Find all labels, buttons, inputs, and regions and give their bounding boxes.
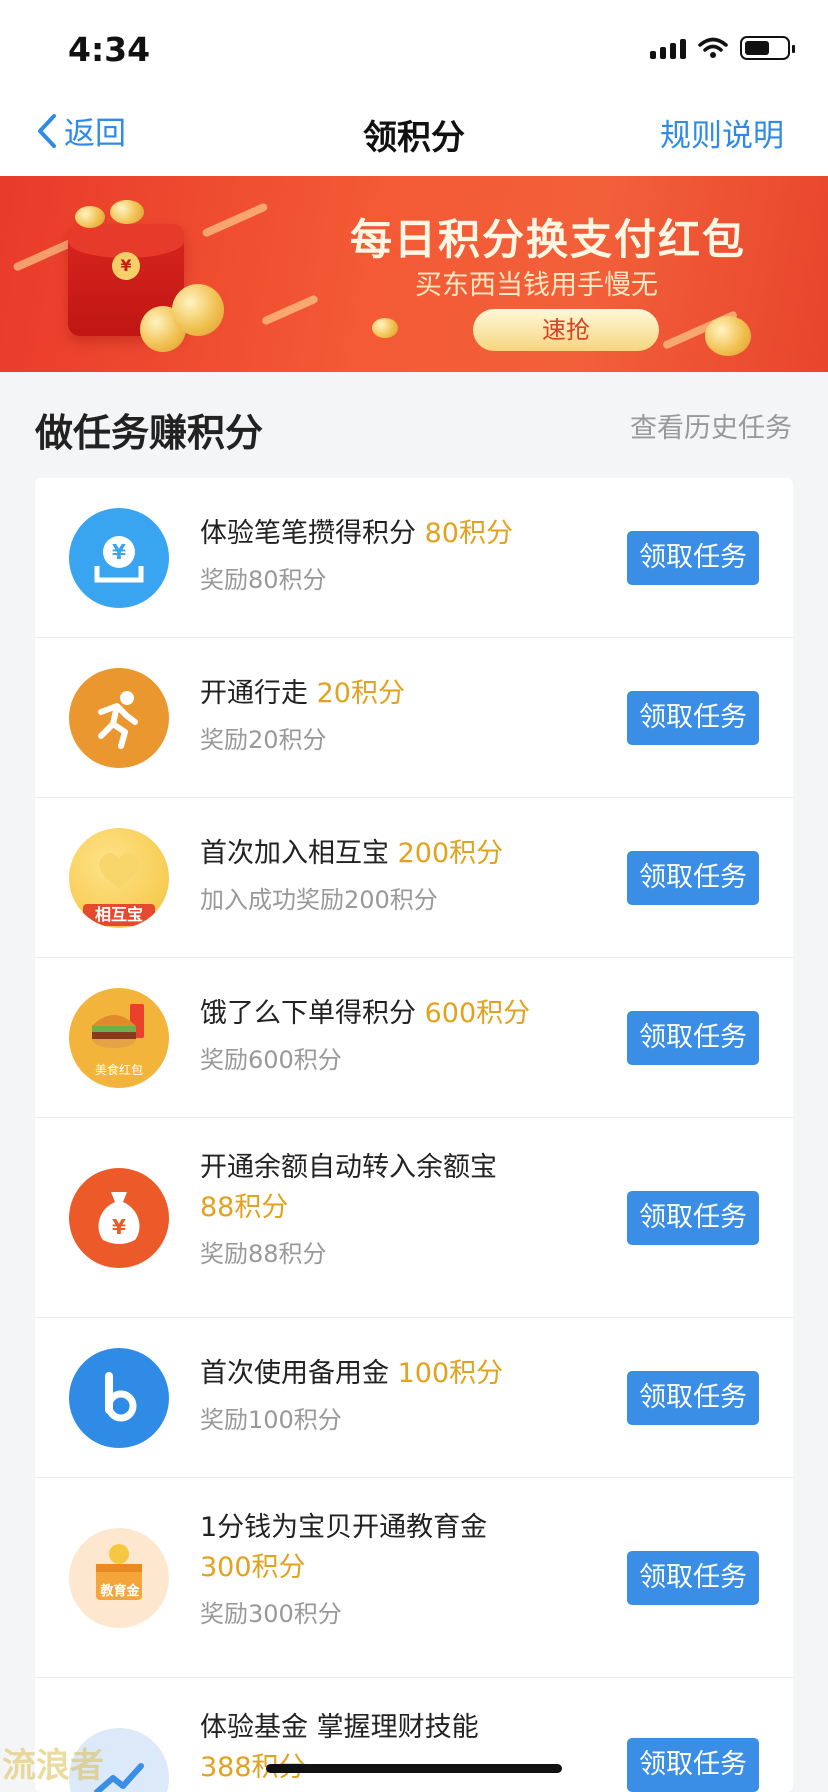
task-title: 首次使用备用金 (200, 1358, 389, 1389)
coin-icon (172, 284, 224, 336)
icon-label: 美食红包 (94, 1063, 143, 1077)
task-title: 体验笔笔攒得积分 (200, 518, 416, 549)
list-item: 首次使用备用金 100积分 奖励100积分 领取任务 (35, 1318, 793, 1478)
task-points: 600积分 (424, 998, 531, 1029)
task-description: 奖励600积分 (200, 1046, 342, 1074)
list-item: 相互宝 首次加入相互宝 200积分 加入成功奖励200积分 领取任务 (35, 798, 793, 958)
task-title: 开通行走 (200, 678, 308, 709)
list-item: ¥ 体验笔笔攒得积分 80积分 奖励80积分 领取任务 (35, 478, 793, 638)
task-title: 开通余额自动转入余额宝 (200, 1152, 497, 1183)
status-time: 4:34 (68, 30, 151, 69)
task-points: 200积分 (397, 838, 504, 869)
claim-task-button[interactable]: 领取任务 (627, 1738, 759, 1792)
money-bag-icon: ¥ (69, 1168, 169, 1268)
wifi-icon (698, 37, 728, 58)
nav-bar: 返回 领积分 规则说明 (0, 90, 828, 176)
claim-task-button[interactable]: 领取任务 (627, 531, 759, 585)
banner-subtitle: 买东西当钱用手慢无 (415, 270, 658, 301)
xianghubao-icon: 相互宝 (69, 828, 169, 928)
status-icons (650, 36, 795, 60)
task-section-header: 做任务赚积分 查看历史任务 (0, 372, 828, 476)
svg-text:¥: ¥ (112, 1215, 126, 1239)
claim-task-button[interactable]: 领取任务 (627, 1191, 759, 1245)
view-history-link[interactable]: 查看历史任务 (630, 406, 792, 445)
task-list: ¥ 体验笔笔攒得积分 80积分 奖励80积分 领取任务 开通行走 20积分 奖励… (35, 478, 793, 1792)
list-item: 开通行走 20积分 奖励20积分 领取任务 (35, 638, 793, 798)
task-points: 20积分 (316, 678, 405, 709)
task-points: 88积分 (200, 1192, 289, 1223)
task-description: 奖励20积分 (200, 726, 327, 754)
task-description: 奖励300积分 (200, 1600, 342, 1628)
list-item: 体验基金 掌握理财技能 388积分 领取任务 (35, 1678, 793, 1792)
task-title: 首次加入相互宝 (200, 838, 389, 869)
section-title: 做任务赚积分 (35, 411, 264, 455)
list-item: ¥ 开通余额自动转入余额宝 88积分 奖励88积分 领取任务 (35, 1118, 793, 1318)
battery-icon (740, 36, 795, 60)
icon-label: 相互宝 (83, 904, 155, 926)
beiyongjin-icon (69, 1348, 169, 1448)
rules-link[interactable]: 规则说明 (660, 110, 784, 155)
savings-icon: ¥ (69, 508, 169, 608)
education-fund-icon: 教育金 (69, 1528, 169, 1628)
running-icon (69, 668, 169, 768)
home-indicator[interactable] (266, 1764, 562, 1773)
claim-task-button[interactable]: 领取任务 (627, 851, 759, 905)
task-description: 加入成功奖励200积分 (200, 886, 438, 914)
status-bar: 4:34 (0, 0, 828, 90)
food-redpacket-icon: 美食红包 (69, 988, 169, 1088)
task-title: 体验基金 掌握理财技能 (200, 1712, 479, 1743)
task-points: 100积分 (397, 1358, 504, 1389)
cellular-signal-icon (650, 37, 686, 59)
grab-button[interactable]: 速抢 (473, 309, 659, 351)
claim-task-button[interactable]: 领取任务 (627, 1011, 759, 1065)
svg-text:¥: ¥ (112, 540, 126, 564)
task-title: 1分钱为宝贝开通教育金 (200, 1512, 488, 1543)
claim-task-button[interactable]: 领取任务 (627, 1371, 759, 1425)
list-item: 教育金 1分钱为宝贝开通教育金 300积分 奖励300积分 领取任务 (35, 1478, 793, 1678)
promo-banner[interactable]: ¥ 每日积分换支付红包 买东西当钱用手慢无 速抢 (0, 176, 828, 372)
task-description: 奖励88积分 (200, 1240, 327, 1268)
list-item: 美食红包 饿了么下单得积分 600积分 奖励600积分 领取任务 (35, 958, 793, 1118)
task-description: 奖励100积分 (200, 1406, 342, 1434)
task-points: 300积分 (200, 1552, 306, 1583)
task-points: 80积分 (424, 518, 513, 549)
icon-label: 教育金 (100, 1584, 140, 1599)
banner-title: 每日积分换支付红包 (350, 215, 747, 264)
claim-task-button[interactable]: 领取任务 (627, 1551, 759, 1605)
claim-task-button[interactable]: 领取任务 (627, 691, 759, 745)
task-description: 奖励80积分 (200, 566, 327, 594)
watermark: 流浪者 (2, 1746, 104, 1786)
task-title: 饿了么下单得积分 (200, 998, 416, 1029)
